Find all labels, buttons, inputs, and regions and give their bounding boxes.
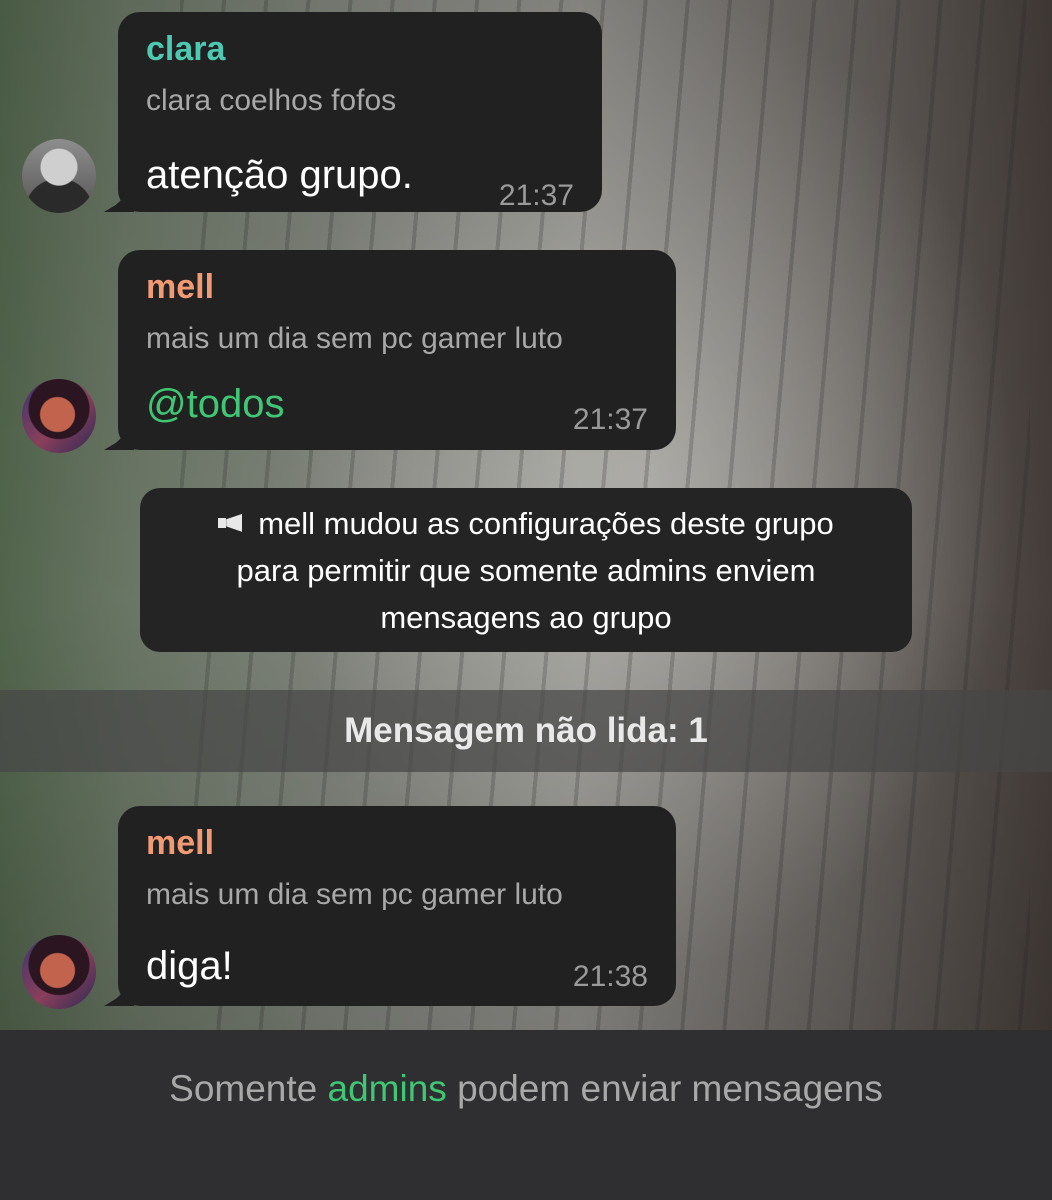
admins-only-notice: Somente admins podem enviar mensagens [0,1030,1052,1200]
mention-link[interactable]: @todos [146,382,284,427]
message-timestamp: 21:37 [572,403,648,436]
sender-name[interactable]: mell [146,268,214,307]
notice-prefix: Somente [169,1068,318,1109]
avatar[interactable] [22,139,96,213]
sender-name[interactable]: mell [146,824,214,863]
sender-name[interactable]: clara [146,30,225,69]
message-timestamp: 21:37 [498,179,574,212]
reply-preview[interactable]: clara coelhos fofos [146,84,396,118]
admins-link[interactable]: admins [328,1068,447,1109]
avatar[interactable] [22,935,96,1009]
reply-preview[interactable]: mais um dia sem pc gamer luto [146,322,563,356]
message-bubble[interactable]: mell mais um dia sem pc gamer luto diga!… [104,806,676,1006]
reply-preview[interactable]: mais um dia sem pc gamer luto [146,878,563,912]
message-bubble[interactable]: mell mais um dia sem pc gamer luto @todo… [104,250,676,450]
message-text: diga! [146,944,233,988]
service-text-line-1: mell mudou as configurações deste grupo [258,506,834,541]
avatar[interactable] [22,379,96,453]
notice-suffix: podem enviar mensagens [457,1068,883,1109]
unread-messages-separator: Mensagem não lida: 1 [0,690,1052,772]
unread-label: Mensagem não lida: 1 [344,711,708,750]
message-bubble[interactable]: clara clara coelhos fofos atenção grupo.… [104,12,602,212]
message-text: atenção grupo. [146,153,413,197]
service-text-line-2: para permitir que somente admins enviem [236,553,816,588]
service-message: mell mudou as configurações deste grupo … [140,488,912,652]
service-text-line-3: mensagens ao grupo [380,600,672,635]
message-timestamp: 21:38 [572,960,648,993]
megaphone-icon [218,512,248,534]
service-line-1: mell mudou as configurações deste grupo [140,500,912,547]
